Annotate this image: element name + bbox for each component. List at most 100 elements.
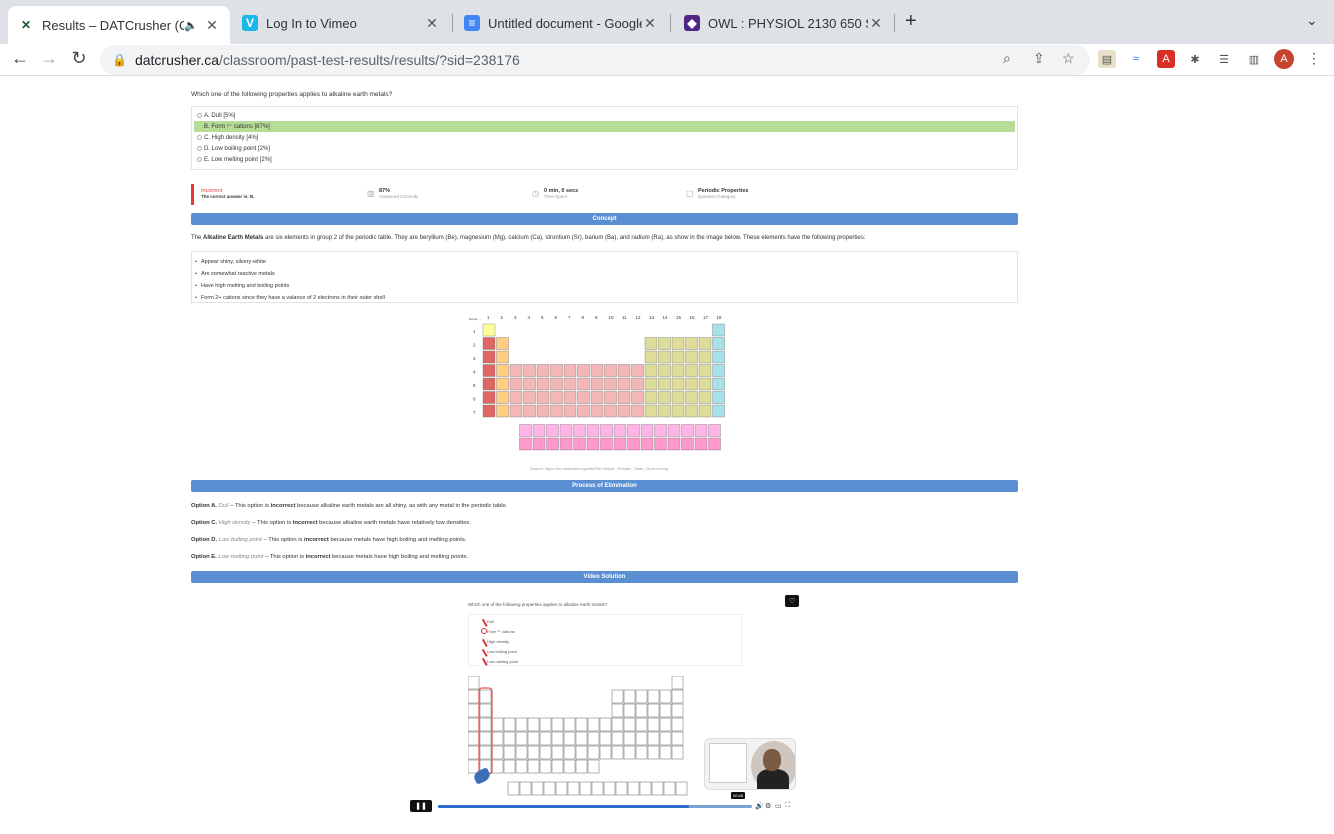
element-tile [658,391,671,404]
period-number: 4 [473,370,476,375]
element-tile [623,731,636,746]
element-tile [681,424,694,437]
element-tile [523,377,536,391]
reload-icon[interactable]: ↻ [67,48,91,69]
extension-wave-icon[interactable]: ≈ [1127,50,1145,68]
element-tile [631,404,644,418]
gear-icon[interactable]: ⚙ [765,802,771,810]
side-panel-icon[interactable]: ▥ [1245,50,1263,68]
element-tile [647,731,660,746]
element-tile [604,364,617,377]
radio-button[interactable] [197,157,202,162]
element-tile [644,377,658,391]
element-tile [586,437,600,451]
chevron-down-icon[interactable]: ⌄ [1306,12,1318,29]
bar-chart-icon: ▥ [367,189,375,198]
element-tile [627,781,640,796]
element-tile [698,391,712,404]
radio-button[interactable] [197,113,202,118]
element-tile [671,703,684,718]
close-tab-icon[interactable]: ✕ [204,17,220,34]
tab-vimeo[interactable]: V Log In to Vimeo ✕ [232,6,450,40]
list-item: Form 2+ cations since they have a valanc… [195,292,1014,304]
tab-separator [894,14,895,32]
element-tile [617,391,631,404]
browser-toolbar: ← → ↻ 🔒 datcrusher.ca/classroom/past-tes… [0,44,1334,76]
element-tile [613,424,627,437]
option-d[interactable]: D. Low boiling point [2%] [194,143,1015,154]
speaker-icon[interactable]: 🔈 [184,19,198,32]
fullscreen-icon[interactable]: ⛶ [785,802,790,810]
heart-icon[interactable]: ♡ [785,595,799,607]
option-a[interactable]: A. Dull [5%] [194,110,1015,121]
tab-owl[interactable]: ◆ OWL : PHYSIOL 2130 650 SU2 ✕ [674,6,894,40]
tab-datcrusher[interactable]: ✕ Results – DATCrusher (Can 🔈 ✕ [8,6,230,44]
element-tile [651,781,664,796]
close-tab-icon[interactable]: ✕ [642,15,658,32]
element-tile [617,404,631,418]
element-tile [482,337,496,350]
element-tile [611,745,624,760]
element-tile [479,703,492,718]
volume-icon[interactable]: 🔊 [755,802,764,810]
element-tile [631,364,644,377]
period-number: 6 [473,397,476,402]
element-tile [671,350,685,364]
element-tile [577,364,590,377]
bookmark-star-icon[interactable]: ☆ [1062,50,1075,67]
element-tile [671,676,684,690]
element-tile [507,781,520,796]
element-tile [615,781,628,796]
progress-bar[interactable] [438,805,752,808]
close-tab-icon[interactable]: ✕ [868,15,884,32]
pip-icon[interactable]: ▭ [775,802,782,810]
element-tile [698,404,712,418]
group-number: 11 [622,315,627,320]
question-text: Which one of the following properties ap… [191,91,393,98]
option-c[interactable]: C. High density [4%] [194,132,1015,143]
tab-google-docs[interactable]: ≡ Untitled document - Google Do ✕ [454,6,668,40]
new-tab-icon[interactable]: + [905,10,917,33]
element-tile [546,424,559,437]
element-tile [590,364,604,377]
element-tile [644,350,658,364]
forward-arrow-icon[interactable]: → [37,48,61,69]
element-tile [604,404,617,418]
close-tab-icon[interactable]: ✕ [424,15,440,32]
puzzle-extensions-icon[interactable]: ✱ [1186,50,1204,68]
profile-avatar[interactable]: A [1274,49,1294,69]
option-label: E. Low melting point [2%] [204,156,272,163]
pause-button[interactable]: ❚❚ [410,800,432,812]
element-tile [623,689,636,704]
element-tile [479,745,492,760]
video-option: Dull [487,619,494,624]
pdf-extension-icon[interactable]: A [1157,50,1175,68]
share-icon[interactable]: ⇪ [1033,50,1045,67]
reading-list-icon[interactable]: ☰ [1215,50,1233,68]
zoom-icon[interactable]: ⌕ [1003,50,1011,67]
element-tile [519,424,532,437]
element-tile [527,731,540,746]
result-stats: Incorrect The correct answer is: B. ▥ 87… [191,184,1018,206]
extension-notes-icon[interactable]: ▤ [1098,50,1116,68]
owl-shield-icon: ◆ [684,15,700,31]
radio-button[interactable] [197,146,202,151]
intro-pre: The [191,235,204,241]
video-player[interactable]: Which one of the following properties ap… [408,590,800,834]
element-tile [555,781,568,796]
element-tile [563,717,576,732]
option-b-correct[interactable]: B. Form ²⁺ cations [87%] [194,121,1015,132]
option-e[interactable]: E. Low melting point [2%] [194,154,1015,165]
more-menu-icon[interactable]: ⋮ [1307,50,1321,67]
back-arrow-icon[interactable]: ← [8,48,32,69]
video-option: Low boiling point [487,649,517,654]
element-tile [675,781,688,796]
element-tile [654,437,667,451]
address-bar[interactable]: 🔒 datcrusher.ca/classroom/past-test-resu… [100,45,1090,75]
element-tile [468,717,480,732]
group-number: 15 [676,315,682,320]
element-tile [644,391,658,404]
element-tile [563,364,577,377]
radio-button[interactable] [197,135,202,140]
instructor-pip [704,738,796,790]
